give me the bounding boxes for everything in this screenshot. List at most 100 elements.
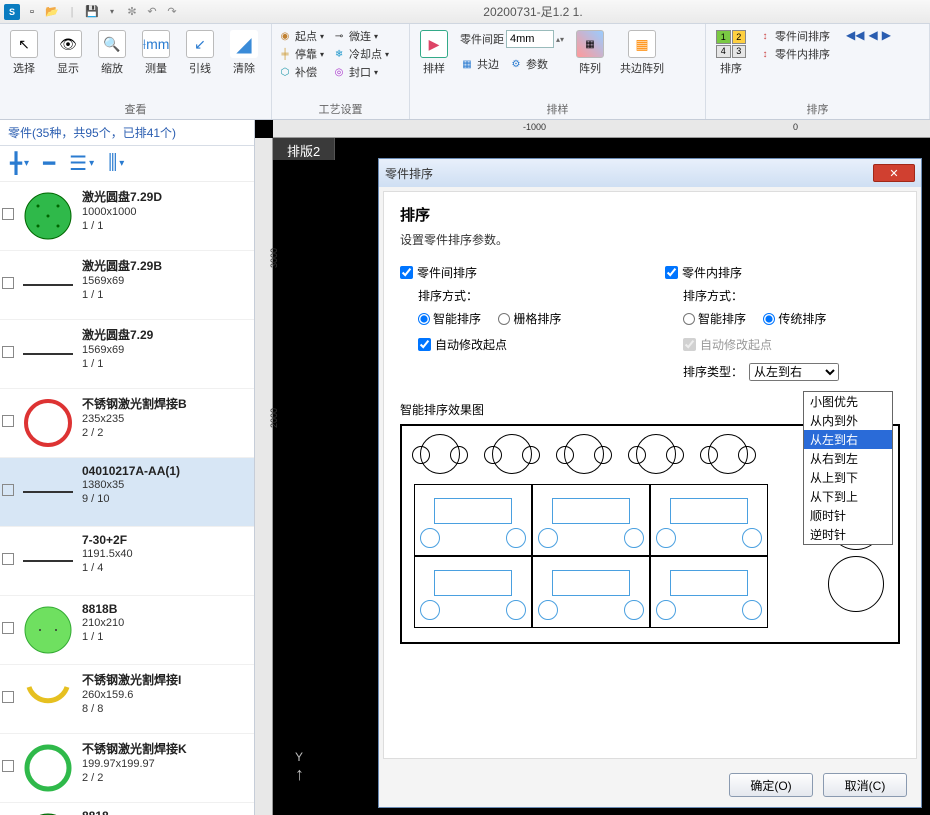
ribbon-group-sort: 1243 排序 ↕零件间排序 ↕零件内排序 ◀◀ ◀ ▶ 排序 [706, 24, 930, 119]
part-item[interactable]: 8818B210x2101 / 1 [0, 596, 254, 665]
list-view-button[interactable]: ☰▾ [69, 151, 94, 176]
sort-view-button[interactable]: ⫼▾ [108, 152, 124, 175]
sort-type-dropdown[interactable]: 小图优先从内到外从左到右从右到左从上到下从下到上顺时针逆时针 [803, 391, 893, 545]
save-icon[interactable]: 💾 [84, 4, 100, 20]
dropdown-option[interactable]: 小图优先 [804, 392, 892, 411]
part-checkbox[interactable] [2, 553, 14, 565]
dropdown-option[interactable]: 从右到左 [804, 449, 892, 468]
display-button[interactable]: 👁显示 [50, 28, 86, 78]
dropdown-option[interactable]: 从下到上 [804, 487, 892, 506]
prev-icon[interactable]: ◀ [868, 28, 877, 42]
sort-type-select[interactable]: 从左到右 [749, 363, 839, 381]
within-smart-radio[interactable]: 智能排序 [683, 310, 746, 327]
dropdown-option[interactable]: 从左到右 [804, 430, 892, 449]
part-checkbox[interactable] [2, 346, 14, 358]
within-auto-start-checkbox: 自动修改起点 [683, 336, 900, 353]
pattern-button[interactable]: ▶排样 [416, 28, 452, 78]
part-checkbox[interactable] [2, 760, 14, 772]
ruler-horizontal: -1000 0 [273, 120, 930, 138]
parts-sidebar: 零件(35种，共95个，已排41个) ╋▾ ━ ☰▾ ⫼▾ 激光圆盘7.29D1… [0, 120, 255, 815]
part-thumbnail [20, 740, 76, 796]
part-name: 激光圆盘7.29 [82, 326, 250, 343]
part-item[interactable]: 不锈钢激光割焊接K199.97x199.972 / 2 [0, 734, 254, 803]
dropdown-option[interactable]: 逆时针 [804, 525, 892, 544]
part-checkbox[interactable] [2, 277, 14, 289]
new-icon[interactable]: ▫ [24, 4, 40, 20]
part-count: 2 / 2 [82, 771, 250, 785]
part-count: 2 / 2 [82, 426, 250, 440]
parts-list[interactable]: 激光圆盘7.29D1000x10001 / 1激光圆盘7.29B1569x691… [0, 182, 254, 815]
app-icon: S [4, 4, 20, 20]
dropdown-option[interactable]: 从内到外 [804, 411, 892, 430]
part-thumbnail [20, 809, 76, 815]
sort-between-button[interactable]: ↕零件间排序 [758, 28, 830, 44]
next-icon[interactable]: ▶ [882, 28, 891, 42]
part-item[interactable]: 激光圆盘7.29D1000x10001 / 1 [0, 182, 254, 251]
part-checkbox[interactable] [2, 691, 14, 703]
measure-button[interactable]: ⟊mm测量 [138, 28, 174, 78]
part-item[interactable]: 04010217A-AA(1)1380x359 / 10 [0, 458, 254, 527]
part-thumbnail [20, 464, 76, 520]
between-sort-checkbox[interactable]: 零件间排序 [400, 264, 635, 281]
part-size: 1569x69 [82, 274, 250, 288]
startpoint-button[interactable]: ◉起点 ▾ [278, 28, 324, 44]
cancel-button[interactable]: 取消(C) [823, 773, 907, 797]
share-array-button[interactable]: ▦共边阵列 [616, 28, 668, 78]
quick-access-toolbar: S ▫ 📂 | 💾 ▾ ✼ ↶ ↷ [4, 4, 180, 20]
open-icon[interactable]: 📂 [44, 4, 60, 20]
sort-within-button[interactable]: ↕零件内排序 [758, 46, 830, 62]
gear-icon[interactable]: ✼ [124, 4, 140, 20]
close-button[interactable]: ✕ [873, 164, 915, 182]
part-item[interactable]: 不锈钢激光割焊接I260x159.68 / 8 [0, 665, 254, 734]
sidebar-header: 零件(35种，共95个，已排41个) [0, 120, 254, 146]
dropdown-option[interactable]: 从上到下 [804, 468, 892, 487]
sort-button[interactable]: 1243 排序 [712, 28, 750, 78]
part-checkbox[interactable] [2, 208, 14, 220]
ok-button[interactable]: 确定(O) [729, 773, 813, 797]
window-titlebar: S ▫ 📂 | 💾 ▾ ✼ ↶ ↷ 20200731-足1.2 1. [0, 0, 930, 24]
part-item[interactable]: 激光圆盘7.29B1569x691 / 1 [0, 251, 254, 320]
compensate-button[interactable]: ⬡补偿 [278, 64, 324, 80]
part-checkbox[interactable] [2, 484, 14, 496]
undo-icon[interactable]: ↶ [144, 4, 160, 20]
param-button[interactable]: ⚙参数 [509, 56, 548, 72]
part-checkbox[interactable] [2, 415, 14, 427]
dropdown-icon[interactable]: ▾ [104, 4, 120, 20]
part-item[interactable]: 不锈钢激光割焊接B235x2352 / 2 [0, 389, 254, 458]
part-size: 210x210 [82, 616, 250, 630]
remove-button[interactable]: ━ [43, 151, 55, 176]
coolpoint-button[interactable]: ❄冷却点 ▾ [332, 46, 389, 62]
part-size: 235x235 [82, 412, 250, 426]
grid-sort-radio[interactable]: 栅格排序 [498, 310, 561, 327]
add-button[interactable]: ╋▾ [10, 151, 29, 176]
pause-button[interactable]: ╪停靠 ▾ [278, 46, 324, 62]
part-thumbnail [20, 257, 76, 313]
select-button[interactable]: ↖选择 [6, 28, 42, 78]
dialog-titlebar[interactable]: 零件排序 ✕ [379, 159, 921, 187]
share-edge-button[interactable]: ▦共边 [460, 56, 499, 72]
within-trad-radio[interactable]: 传统排序 [763, 310, 826, 327]
part-item[interactable]: 7-30+2F1191.5x401 / 4 [0, 527, 254, 596]
canvas-tab[interactable]: 排版2 [273, 138, 335, 160]
part-item[interactable]: 8818190x1901 / 1 [0, 803, 254, 815]
gap-field[interactable] [506, 30, 554, 48]
smart-sort-radio[interactable]: 智能排序 [418, 310, 481, 327]
seal-button[interactable]: ◎封口 ▾ [332, 64, 389, 80]
array-button[interactable]: ▦阵列 [572, 28, 608, 78]
dialog-footer: 确定(O) 取消(C) [379, 763, 921, 807]
dropdown-option[interactable]: 顺时针 [804, 506, 892, 525]
leader-button[interactable]: ↙引线 [182, 28, 218, 78]
part-name: 不锈钢激光割焊接K [82, 740, 250, 757]
part-checkbox[interactable] [2, 622, 14, 634]
auto-start-checkbox[interactable]: 自动修改起点 [418, 336, 635, 353]
part-gap-input[interactable]: 零件间距 ▴▾ [460, 30, 564, 48]
redo-icon[interactable]: ↷ [164, 4, 180, 20]
microjoint-button[interactable]: ⊸微连 ▾ [332, 28, 389, 44]
clear-button[interactable]: ◢清除 [226, 28, 262, 78]
first-icon[interactable]: ◀◀ [846, 28, 864, 42]
sidebar-toolbar: ╋▾ ━ ☰▾ ⫼▾ [0, 146, 254, 182]
part-name: 激光圆盘7.29D [82, 188, 250, 205]
part-item[interactable]: 激光圆盘7.291569x691 / 1 [0, 320, 254, 389]
within-sort-checkbox[interactable]: 零件内排序 [665, 264, 900, 281]
zoom-button[interactable]: 🔍缩放 [94, 28, 130, 78]
